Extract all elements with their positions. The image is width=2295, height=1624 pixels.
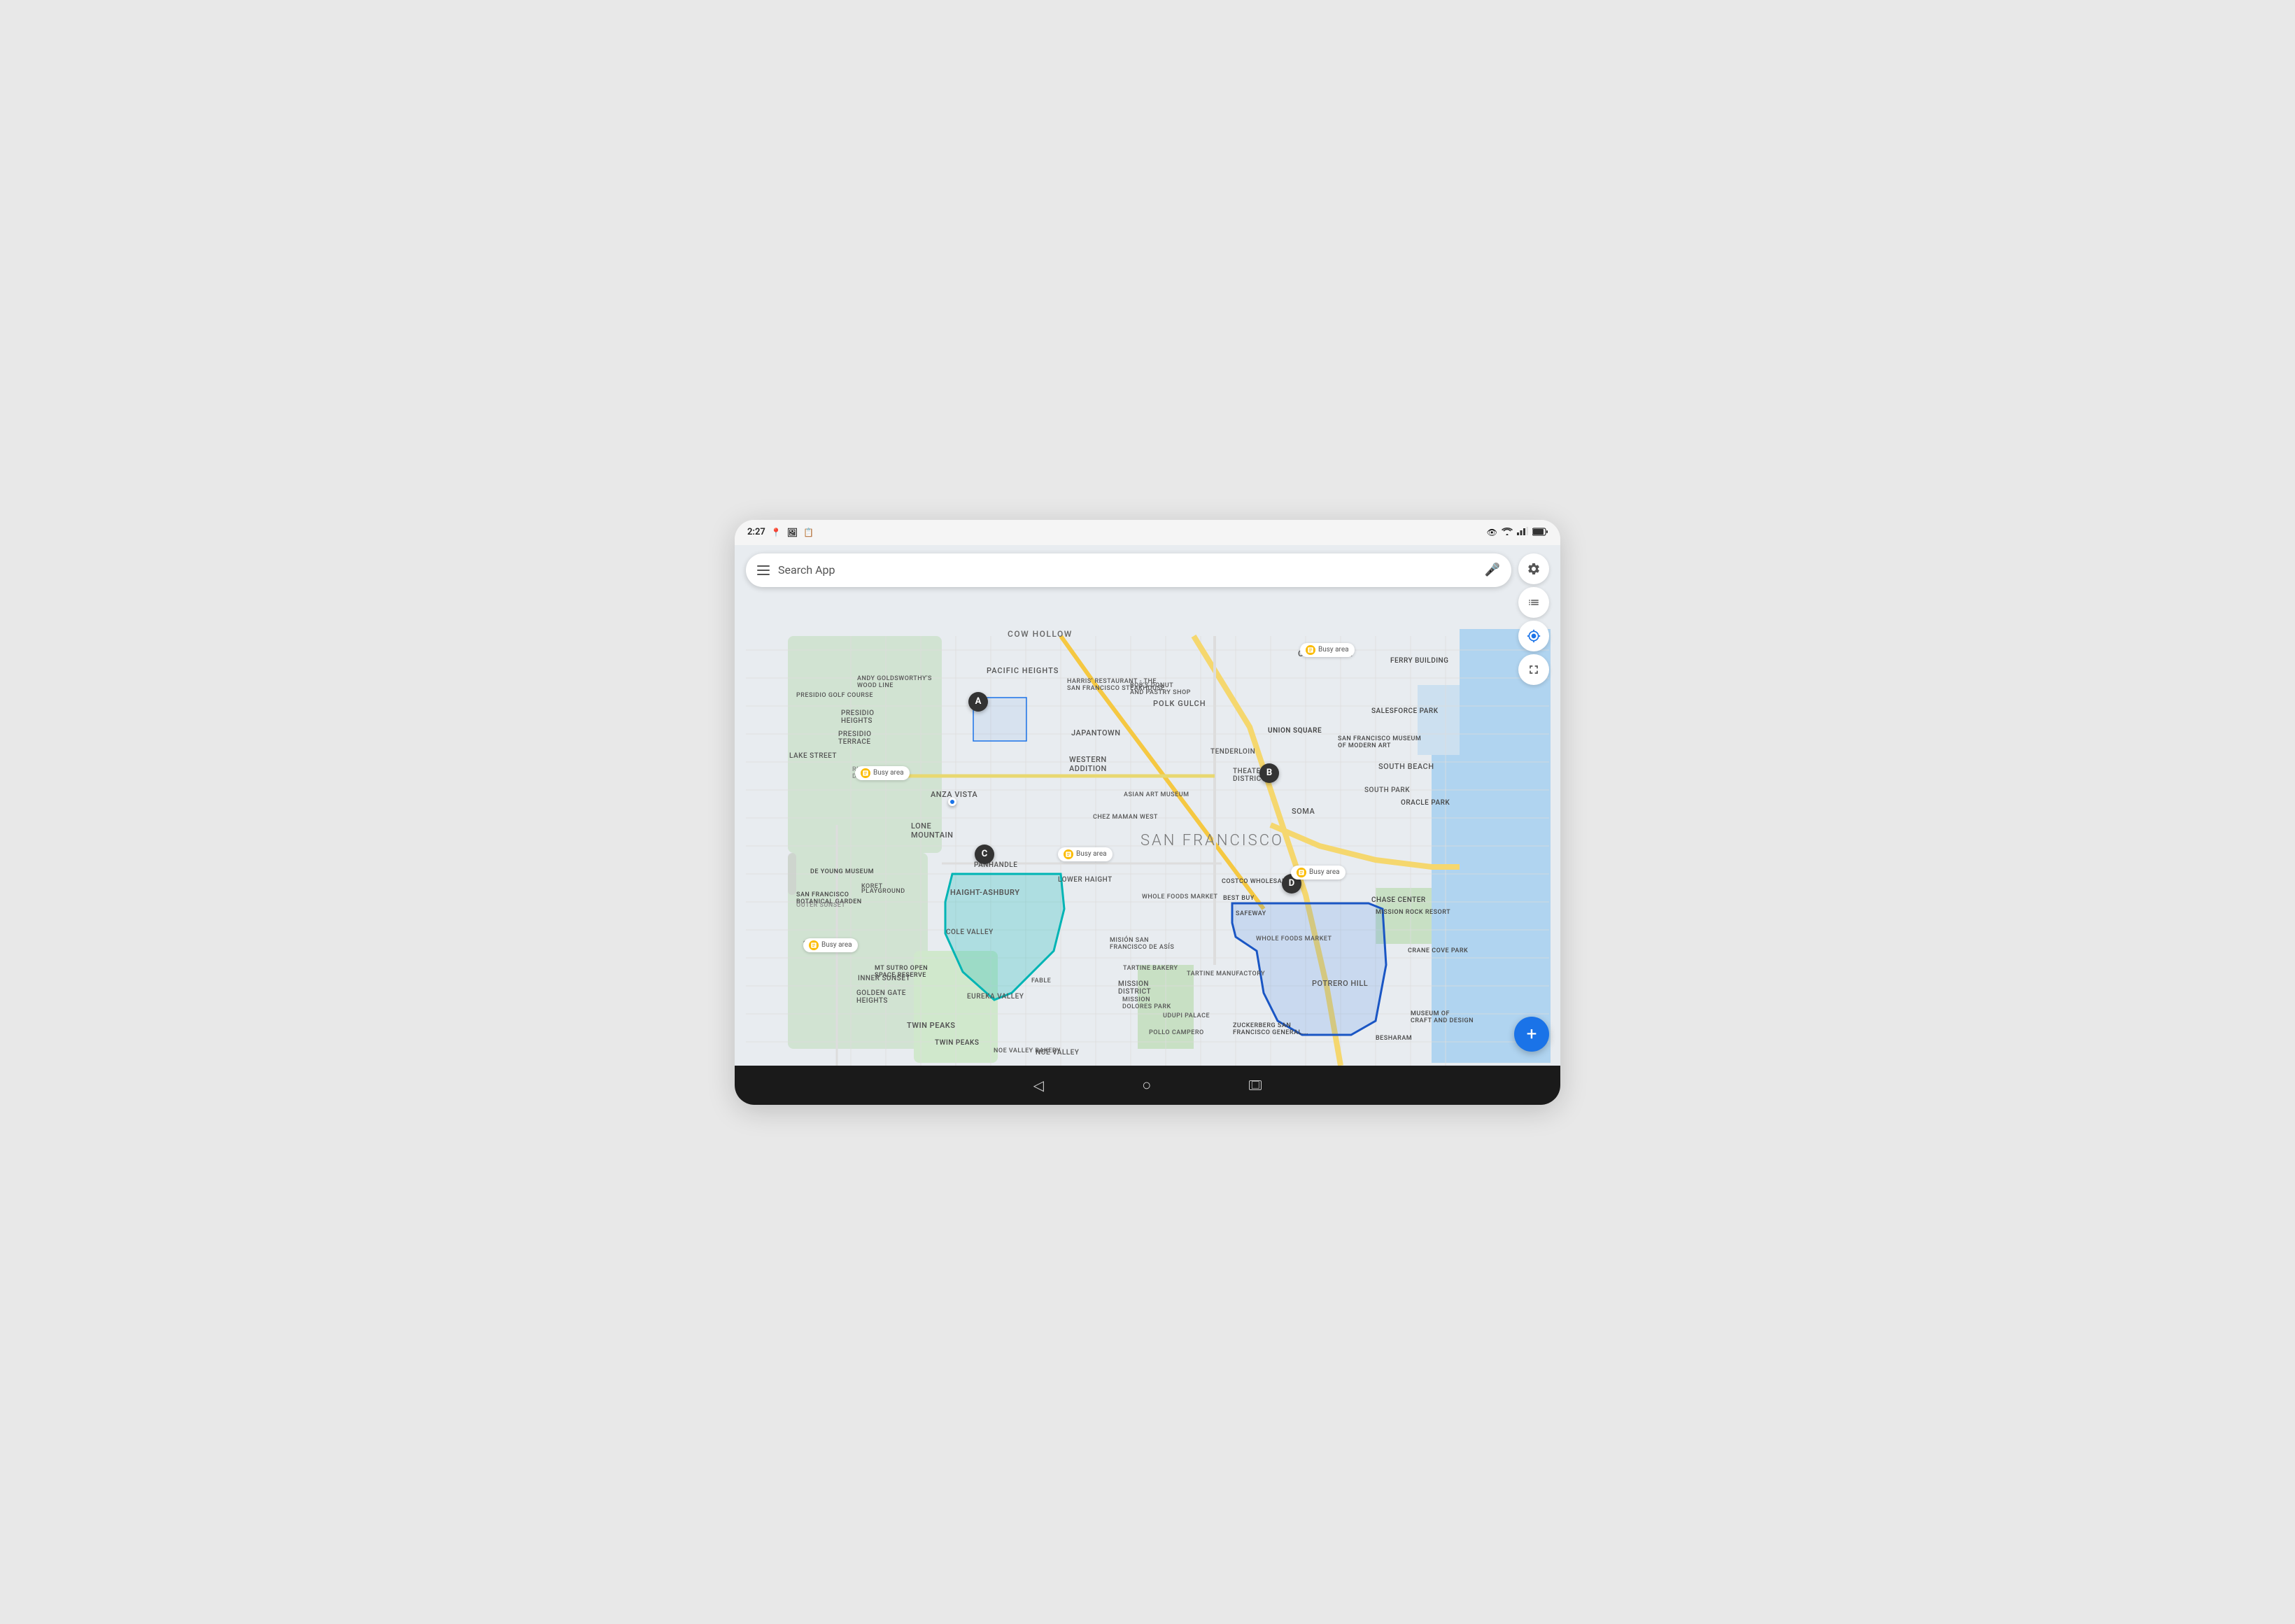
search-input-text[interactable]: Search App [778, 563, 1476, 577]
busy-label-3: Busy area [1076, 850, 1107, 858]
map-toolbar [1518, 553, 1549, 685]
marker-b: B [1259, 763, 1279, 783]
wifi-icon [1502, 527, 1513, 537]
status-left: 2:27 📍 🖼 📋 [747, 527, 814, 537]
scroll-indicator [788, 853, 796, 895]
busy-badge-4: Busy area [1291, 866, 1346, 880]
busy-label-2: Busy area [873, 769, 904, 777]
fullscreen-button[interactable] [1518, 654, 1549, 685]
marker-dot [948, 798, 956, 806]
marker-a: A [968, 692, 988, 712]
busy-badge-5: Busy area [803, 938, 858, 952]
eye-icon: 👁 [1487, 528, 1497, 537]
busy-badge-1: Busy area [1300, 643, 1355, 657]
back-button[interactable]: ◁ [1033, 1077, 1044, 1094]
microphone-icon[interactable]: 🎤 [1485, 563, 1500, 577]
busy-label-4: Busy area [1309, 868, 1340, 876]
battery-icon [1532, 525, 1548, 539]
hamburger-menu-icon[interactable] [757, 565, 770, 575]
home-icon[interactable]: ○ [1142, 1076, 1151, 1094]
photo-icon: 🖼 [787, 528, 798, 537]
busy-label-1: Busy area [1318, 646, 1349, 654]
map-background [735, 545, 1560, 1066]
recents-icon[interactable]: □ [1249, 1080, 1262, 1090]
search-bar[interactable]: Search App 🎤 [746, 553, 1511, 587]
location-icon: 📍 [771, 528, 782, 537]
busy-icon-2 [861, 768, 870, 778]
busy-badge-3: Busy area [1058, 847, 1113, 861]
busy-icon-1 [1306, 645, 1315, 655]
device-frame: 2:27 📍 🖼 📋 👁 [735, 520, 1560, 1105]
home-button[interactable]: ○ [1142, 1076, 1151, 1094]
time-display: 2:27 [747, 527, 765, 537]
busy-icon-5 [809, 940, 819, 950]
busy-label-5: Busy area [821, 941, 852, 949]
signal-icon [1517, 527, 1528, 537]
fab-add-button[interactable]: + [1514, 1017, 1549, 1052]
my-location-button[interactable] [1518, 621, 1549, 651]
recents-button[interactable]: □ [1249, 1080, 1262, 1090]
busy-badge-2: Busy area [855, 766, 910, 780]
list-view-button[interactable] [1518, 587, 1549, 618]
marker-c: C [975, 845, 994, 864]
busy-icon-3 [1064, 849, 1073, 859]
calendar-icon: 📋 [803, 528, 814, 537]
map-container[interactable]: Search App 🎤 COW HOLLOW CHINATOWN Ferry … [735, 545, 1560, 1066]
busy-icon-4 [1297, 868, 1306, 877]
settings-button[interactable] [1518, 553, 1549, 584]
back-icon[interactable]: ◁ [1033, 1077, 1044, 1094]
status-right: 👁 [1487, 525, 1548, 539]
status-bar: 2:27 📍 🖼 📋 👁 [735, 520, 1560, 545]
nav-bar: ◁ ○ □ [735, 1066, 1560, 1105]
plus-icon: + [1527, 1025, 1537, 1043]
